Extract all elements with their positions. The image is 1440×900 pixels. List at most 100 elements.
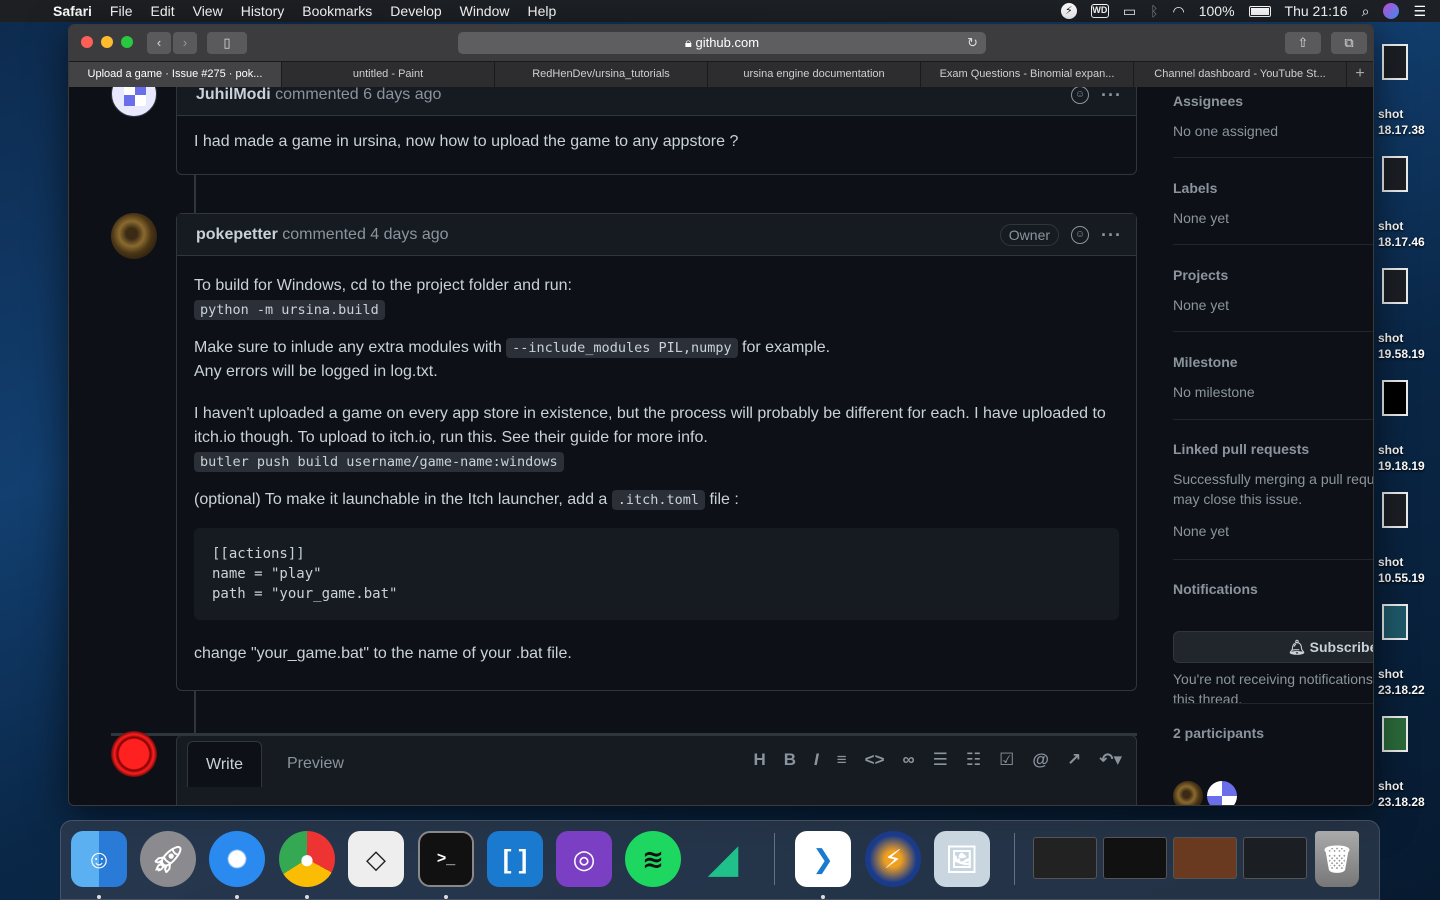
github-desktop-icon[interactable]: ◎ (556, 831, 612, 887)
menu-bookmarks[interactable]: Bookmarks (293, 0, 381, 22)
quote-icon[interactable]: ≡ (837, 750, 847, 770)
tab-overview-icon[interactable]: ⧉ (1331, 32, 1367, 54)
participant-avatar-juhilmodi[interactable] (1207, 781, 1237, 805)
code-icon[interactable]: <> (865, 750, 885, 770)
wifi-icon[interactable]: ◠ (1173, 3, 1185, 20)
reeder-icon[interactable]: ⚡ (865, 831, 921, 887)
battery-icon[interactable] (1248, 5, 1271, 17)
spotlight-search-icon[interactable]: ⌕ (1362, 3, 1370, 20)
add-reaction-icon[interactable]: ☺ (1071, 226, 1090, 244)
feedly-icon[interactable]: ◢ (695, 831, 751, 887)
add-reaction-icon[interactable]: ☺ (1071, 87, 1090, 104)
tab-exam-questions[interactable]: Exam Questions - Binomial expan... (921, 62, 1134, 87)
tab-github-issue[interactable]: Upload a game · Issue #275 · pok... (69, 62, 282, 87)
trash-icon[interactable]: 🗑︎ (1315, 831, 1359, 887)
tab-youtube-studio[interactable]: Channel dashboard - YouTube St... (1134, 62, 1347, 87)
participant-avatar-pokepetter[interactable] (1173, 781, 1203, 805)
menu-file[interactable]: File (101, 0, 142, 22)
sidebar-toggle-icon[interactable]: ▯ (207, 32, 247, 54)
bulleted-list-icon[interactable]: ☰ (933, 750, 948, 770)
wd-drive-icon[interactable]: WD (1090, 4, 1109, 18)
clock[interactable]: Thu 21:16 (1285, 3, 1348, 19)
siri-icon[interactable] (1383, 3, 1400, 19)
chrome-icon[interactable]: ● (279, 831, 335, 887)
minimized-window-thumbnail[interactable] (1033, 837, 1097, 879)
link-icon[interactable]: ∞ (903, 750, 915, 770)
cross-reference-icon[interactable]: ↗ (1067, 750, 1081, 770)
forward-button[interactable]: › (173, 32, 197, 54)
comment-pokepetter: pokepetter commented 4 days ago Owner ☺ … (176, 213, 1137, 691)
menu-history[interactable]: History (232, 0, 294, 22)
more-options-icon[interactable]: ··· (1101, 87, 1122, 116)
bluetooth-icon[interactable]: ᛒ (1150, 3, 1158, 19)
desktop-file[interactable]: shot 23.18.22 (1378, 604, 1440, 698)
menu-develop[interactable]: Develop (381, 0, 450, 22)
brackets-icon[interactable]: [ ] (487, 831, 543, 887)
menu-view[interactable]: View (184, 0, 232, 22)
lightning-icon[interactable]: ⚡ (1060, 3, 1077, 19)
comment-author[interactable]: JuhilModi (196, 87, 271, 103)
bold-icon[interactable]: B (784, 750, 796, 770)
reload-icon[interactable]: ↻ (967, 32, 978, 54)
numbered-list-icon[interactable]: ☷ (966, 750, 981, 770)
saved-replies-icon[interactable]: ↶▾ (1099, 750, 1122, 770)
tab-write[interactable]: Write (187, 741, 263, 787)
italic-icon[interactable]: I (814, 750, 819, 770)
airplay-icon[interactable]: ▭ (1123, 3, 1136, 20)
heading-icon[interactable]: H (753, 750, 765, 770)
sidebar-labels: Labels None yet (1173, 178, 1373, 228)
finder-icon[interactable]: ☺ (71, 831, 127, 887)
mention-icon[interactable]: @ (1032, 750, 1049, 770)
file-name-line1: shot (1378, 667, 1404, 681)
address-bar[interactable]: 🔒︎ github.com ↻ (458, 32, 986, 54)
projects-title[interactable]: Projects (1173, 265, 1373, 285)
back-button[interactable]: ‹ (147, 32, 171, 54)
labels-title[interactable]: Labels (1173, 178, 1373, 198)
minimized-window-thumbnail[interactable] (1173, 837, 1237, 879)
menu-app-name[interactable]: Safari (44, 0, 101, 22)
preview-icon[interactable]: 🖼︎ (934, 831, 990, 887)
owner-badge: Owner (999, 224, 1060, 246)
comment-author[interactable]: pokepetter (196, 226, 278, 243)
tab-ursina-docs[interactable]: ursina engine documentation (708, 62, 921, 87)
tab-preview[interactable]: Preview (269, 741, 362, 787)
desktop-file[interactable]: shot 19.18.19 (1378, 380, 1440, 474)
launchpad-icon[interactable]: 🚀︎ (140, 831, 196, 887)
inline-code-butler-command: butler push build username/game-name:win… (194, 452, 564, 472)
tab-paint[interactable]: untitled - Paint (282, 62, 495, 87)
close-window-button[interactable] (81, 36, 93, 48)
unity-icon[interactable]: ◇ (348, 831, 404, 887)
assignees-title[interactable]: Assignees (1173, 91, 1373, 111)
safari-icon[interactable]: ✦ (209, 831, 265, 887)
spotify-icon[interactable]: ≋ (625, 831, 681, 887)
menu-edit[interactable]: Edit (141, 0, 183, 22)
minimized-window-thumbnail[interactable] (1103, 837, 1167, 879)
avatar-pokepetter[interactable] (111, 213, 157, 259)
desktop-file[interactable]: shot 10.55.19 (1378, 492, 1440, 586)
fullscreen-window-button[interactable] (121, 36, 133, 48)
avatar-current-user[interactable] (111, 731, 157, 777)
notification-center-icon[interactable]: ☰ (1413, 3, 1426, 20)
vscode-icon[interactable]: ❯ (795, 831, 851, 887)
minimize-window-button[interactable] (101, 36, 113, 48)
desktop-file[interactable]: shot 18.17.38 (1378, 44, 1440, 138)
milestone-title[interactable]: Milestone (1173, 352, 1373, 372)
desktop-file[interactable]: shot 19.58.19 (1378, 268, 1440, 362)
menu-help[interactable]: Help (518, 0, 565, 22)
subscribe-button[interactable]: 🔔︎ Subscribe (1173, 631, 1373, 663)
desktop-file[interactable]: shot 23.18.28 (1378, 716, 1440, 810)
tab-ursina-tutorials[interactable]: RedHenDev/ursina_tutorials (495, 62, 708, 87)
new-tab-button[interactable]: + (1347, 62, 1373, 87)
avatar-juhilmodi[interactable] (111, 87, 157, 117)
more-options-icon[interactable]: ··· (1101, 214, 1122, 256)
share-icon[interactable]: ⇧ (1285, 32, 1321, 54)
linked-prs-title[interactable]: Linked pull requests (1173, 439, 1373, 459)
comment-meta[interactable]: commented 4 days ago (282, 226, 448, 243)
menu-window[interactable]: Window (451, 0, 519, 22)
comment-header: pokepetter commented 4 days ago Owner ☺ … (177, 214, 1136, 256)
terminal-icon[interactable]: >_ (418, 831, 474, 887)
minimized-window-thumbnail[interactable] (1243, 837, 1307, 879)
comment-meta[interactable]: commented 6 days ago (275, 87, 441, 103)
desktop-file[interactable]: shot 18.17.46 (1378, 156, 1440, 250)
task-list-icon[interactable]: ☑ (999, 750, 1014, 770)
